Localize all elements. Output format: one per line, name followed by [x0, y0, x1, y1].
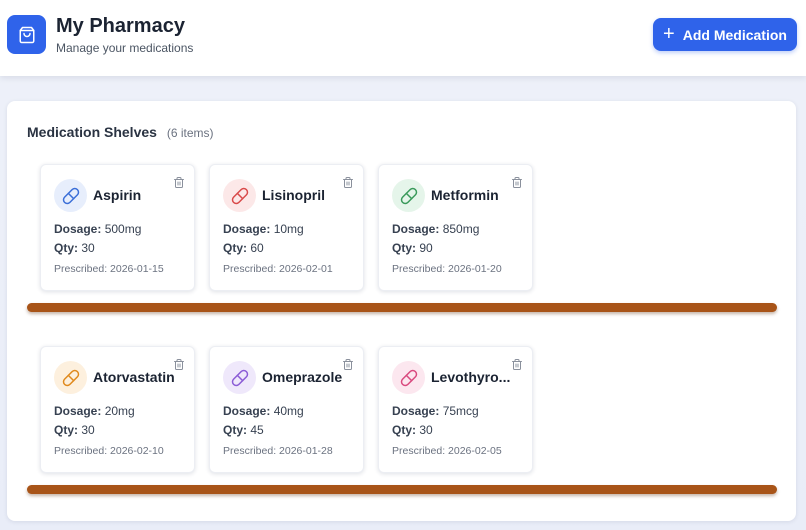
shopping-bag-icon: [19, 26, 34, 43]
qty-line: Qty: 30: [392, 423, 433, 437]
pill-icon-badge: [392, 361, 425, 394]
add-medication-button[interactable]: + Add Medication: [653, 18, 797, 51]
dosage-value: 20mg: [104, 404, 135, 418]
qty-line: Qty: 45: [223, 423, 264, 437]
trash-icon[interactable]: [510, 357, 524, 371]
trash-icon[interactable]: [341, 175, 355, 189]
prescribed-date: Prescribed: 2026-02-10: [54, 445, 164, 457]
dosage-line: Dosage: 850mg: [392, 222, 479, 236]
qty-line: Qty: 30: [54, 241, 95, 255]
qty-label: Qty:: [392, 241, 416, 255]
trash-icon[interactable]: [172, 175, 186, 189]
qty-value: 30: [81, 423, 95, 437]
pill-icon-badge: [54, 361, 87, 394]
section-title-text: Medication Shelves: [27, 124, 157, 140]
pill-icon-badge: [392, 179, 425, 212]
dosage-line: Dosage: 500mg: [54, 222, 141, 236]
section-title: Medication Shelves (6 items): [27, 124, 214, 140]
plus-icon: +: [663, 22, 675, 45]
dosage-label: Dosage:: [392, 222, 440, 236]
pill-icon-badge: [223, 179, 256, 212]
pill-icon: [400, 187, 417, 204]
dosage-value: 850mg: [442, 222, 480, 236]
pill-icon: [400, 369, 417, 386]
prescribed-date: Prescribed: 2026-01-15: [54, 263, 164, 275]
dosage-label: Dosage:: [223, 404, 271, 418]
pill-icon-badge: [223, 361, 256, 394]
qty-label: Qty:: [392, 423, 416, 437]
qty-line: Qty: 90: [392, 241, 433, 255]
app-title: My Pharmacy: [56, 15, 185, 37]
dosage-label: Dosage:: [54, 404, 102, 418]
shelf-board: [27, 303, 777, 312]
medication-name: Metformin: [431, 187, 499, 203]
qty-label: Qty:: [54, 241, 78, 255]
dosage-line: Dosage: 75mcg: [392, 404, 479, 418]
prescribed-date: Prescribed: 2026-01-28: [223, 445, 333, 457]
medication-name: Lisinopril: [262, 187, 325, 203]
qty-label: Qty:: [223, 423, 247, 437]
app-logo: [7, 15, 46, 54]
pill-icon: [231, 369, 248, 386]
medication-card[interactable]: Atorvastatin Dosage: 20mg Qty: 30 Prescr…: [40, 346, 195, 473]
qty-value: 30: [81, 241, 95, 255]
medication-card[interactable]: Aspirin Dosage: 500mg Qty: 30 Prescribed…: [40, 164, 195, 291]
qty-line: Qty: 60: [223, 241, 264, 255]
medication-name: Aspirin: [93, 187, 142, 203]
app-subtitle: Manage your medications: [56, 41, 194, 55]
qty-value: 45: [250, 423, 264, 437]
dosage-value: 75mcg: [442, 404, 479, 418]
dosage-label: Dosage:: [54, 222, 102, 236]
medication-name: Omeprazole: [262, 369, 343, 385]
qty-value: 60: [250, 241, 264, 255]
dosage-line: Dosage: 20mg: [54, 404, 135, 418]
medication-card[interactable]: Omeprazole Dosage: 40mg Qty: 45 Prescrib…: [209, 346, 364, 473]
add-medication-label: Add Medication: [682, 26, 787, 43]
dosage-value: 500mg: [104, 222, 142, 236]
dosage-label: Dosage:: [223, 222, 271, 236]
medication-shelves-panel: Medication Shelves (6 items) Aspirin Dos…: [7, 101, 796, 521]
dosage-value: 10mg: [273, 222, 304, 236]
prescribed-date: Prescribed: 2026-02-01: [223, 263, 333, 275]
item-count: (6 items): [166, 126, 214, 140]
pill-icon: [62, 187, 79, 204]
medication-name: Atorvastatin: [93, 369, 175, 385]
qty-label: Qty:: [223, 241, 247, 255]
dosage-label: Dosage:: [392, 404, 440, 418]
qty-line: Qty: 30: [54, 423, 95, 437]
dosage-value: 40mg: [273, 404, 304, 418]
pill-icon: [62, 369, 79, 386]
medication-card[interactable]: Metformin Dosage: 850mg Qty: 90 Prescrib…: [378, 164, 533, 291]
medication-card[interactable]: Lisinopril Dosage: 10mg Qty: 60 Prescrib…: [209, 164, 364, 291]
medication-name: Levothyro...: [431, 369, 511, 385]
app-header: My Pharmacy Manage your medications + Ad…: [0, 0, 806, 76]
pill-icon: [231, 187, 248, 204]
trash-icon[interactable]: [341, 357, 355, 371]
medication-card[interactable]: Levothyro... Dosage: 75mcg Qty: 30 Presc…: [378, 346, 533, 473]
dosage-line: Dosage: 10mg: [223, 222, 304, 236]
qty-value: 90: [419, 241, 433, 255]
dosage-line: Dosage: 40mg: [223, 404, 304, 418]
shelf-board: [27, 485, 777, 494]
qty-label: Qty:: [54, 423, 78, 437]
prescribed-date: Prescribed: 2026-02-05: [392, 445, 502, 457]
trash-icon[interactable]: [510, 175, 524, 189]
qty-value: 30: [419, 423, 433, 437]
trash-icon[interactable]: [172, 357, 186, 371]
prescribed-date: Prescribed: 2026-01-20: [392, 263, 502, 275]
pill-icon-badge: [54, 179, 87, 212]
